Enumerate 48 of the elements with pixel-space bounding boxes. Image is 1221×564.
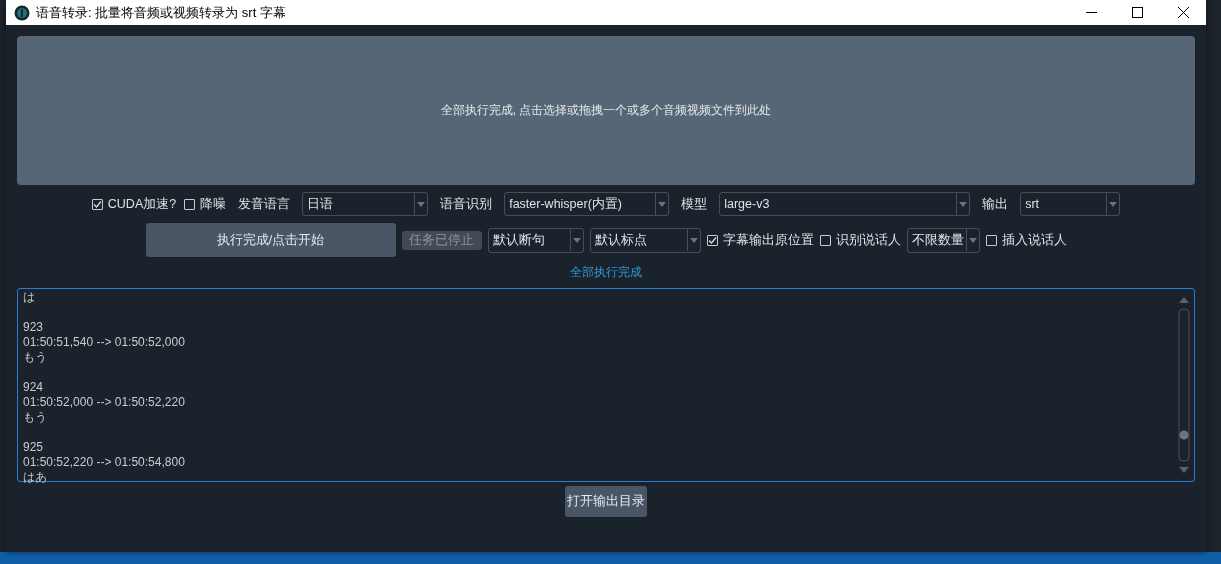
dropdown[interactable]: 日语: [302, 192, 429, 216]
dropdown[interactable]: srt: [1020, 192, 1121, 216]
drop-zone[interactable]: 全部执行完成, 点击选择或拖拽一个或多个音频视频文件到此处: [17, 36, 1195, 185]
maximize-icon: [1131, 7, 1143, 18]
app-icon: [14, 4, 30, 21]
field-label: 输出: [982, 195, 1009, 213]
checkbox-label[interactable]: 降噪: [200, 195, 227, 213]
log-line: もう: [23, 410, 48, 425]
checkbox[interactable]: [91, 198, 103, 210]
caret-icon: [572, 237, 581, 243]
start-button[interactable]: 执行完成/点击开始: [145, 223, 396, 257]
log-line: 01:50:52,220 --> 01:50:54,800: [23, 455, 186, 470]
caret-icon: [689, 237, 698, 243]
log-line: 925: [23, 440, 45, 455]
log-text-area[interactable]: は 923 01:50:51,540 --> 01:50:52,000 もう 924 01:50:52,000 --> 01:50:52,220 もう 925 01:50:52,220 --> 01:50:54,800 はあ: [17, 288, 1195, 482]
caret-icon: [968, 237, 977, 243]
checkbox[interactable]: [706, 234, 718, 246]
log-line: は: [23, 290, 36, 305]
log-line: 01:50:51,540 --> 01:50:52,000: [23, 335, 186, 350]
scrollbar[interactable]: [1178, 295, 1190, 475]
checkbox-label[interactable]: 插入说话人: [1001, 231, 1067, 249]
log-line: もう: [23, 350, 48, 365]
open-output-button[interactable]: 打开输出目录: [565, 486, 647, 517]
checkbox-label[interactable]: 识别说话人: [835, 231, 901, 249]
dropdown[interactable]: faster-whisper(内置): [504, 192, 670, 216]
checkbox-label[interactable]: CUDA加速?: [107, 195, 177, 213]
checkbox-label[interactable]: 字幕输出原位置: [722, 231, 814, 249]
log-line: はあ: [23, 470, 48, 485]
caret-icon: [1109, 201, 1118, 207]
caret-icon: [417, 201, 426, 207]
checkbox[interactable]: [985, 234, 997, 246]
field-label: 发音语言: [238, 195, 291, 213]
checkbox[interactable]: [184, 198, 196, 210]
status-text: 全部执行完成: [569, 264, 643, 280]
dropdown[interactable]: 默认标点: [589, 227, 701, 253]
log-line: 923: [23, 320, 45, 335]
log-line: 924: [23, 380, 45, 395]
dropdown[interactable]: 默认断句: [487, 227, 584, 253]
field-label: 模型: [681, 195, 708, 213]
log-line: 01:50:52,000 --> 01:50:52,220: [23, 395, 186, 410]
dropdown[interactable]: 不限数量: [906, 227, 980, 253]
field-label: 语音识别: [440, 195, 493, 213]
checkbox[interactable]: [819, 234, 831, 246]
caret-icon: [658, 201, 667, 207]
dropdown[interactable]: large-v3: [719, 192, 971, 216]
caret-icon: [959, 201, 968, 207]
window-title: 语音转录: 批量将音频或视频转录为 srt 字幕: [36, 3, 286, 22]
close-icon: [1177, 7, 1189, 18]
